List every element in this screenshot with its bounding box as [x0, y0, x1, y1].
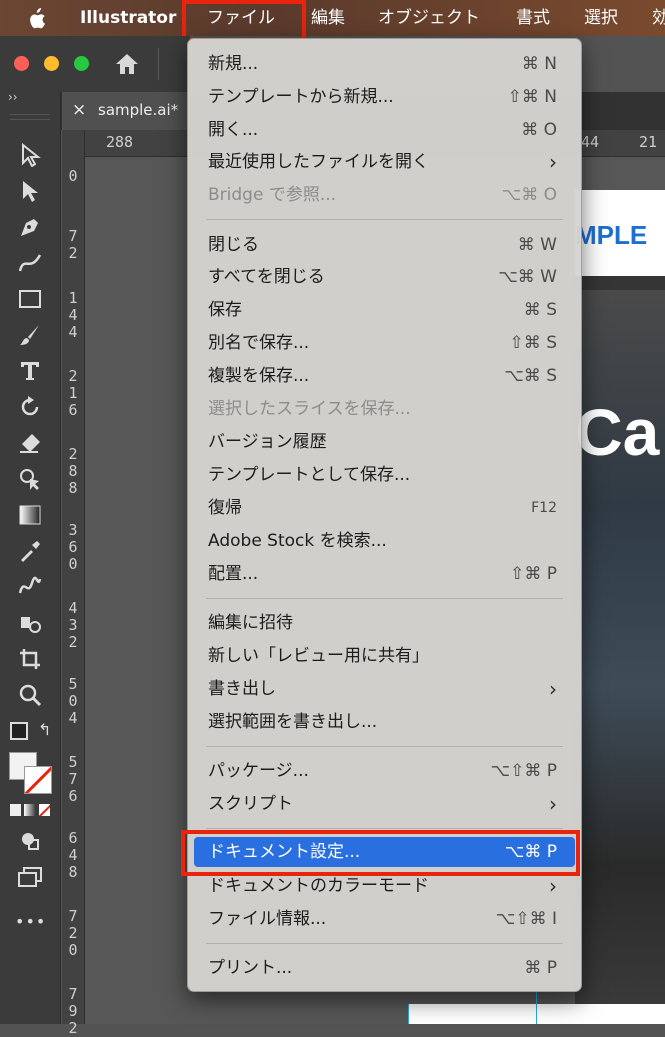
menu-item-package[interactable]: パッケージ... ⌥⇧⌘ P	[188, 756, 581, 786]
menu-item-search-adobe-stock[interactable]: Adobe Stock を検索...	[188, 526, 581, 556]
guide-line	[536, 990, 537, 1024]
menubar-edit[interactable]: 編集	[311, 0, 345, 36]
eyedropper-tool-icon[interactable]	[14, 536, 46, 566]
vertical-ruler[interactable]: 0 72 144 216 288 360 432 504 576 648 720…	[62, 130, 85, 1037]
menu-separator	[206, 943, 563, 944]
menu-item-save-copy[interactable]: 複製を保存... ⌥⌘ S	[188, 361, 581, 391]
menu-item-save-as[interactable]: 別名で保存... ⇧⌘ S	[188, 328, 581, 358]
v-ruler-tick: 360	[68, 521, 78, 573]
h-ruler-tick: 21	[639, 133, 658, 151]
menu-separator	[206, 746, 563, 747]
v-ruler-tick: 648	[68, 829, 78, 881]
menu-item-print[interactable]: プリント... ⌘ P	[188, 953, 581, 983]
menu-item-open[interactable]: 開く... ⌘ O	[188, 115, 581, 145]
menu-separator	[206, 598, 563, 599]
menu-separator	[206, 828, 563, 829]
menu-separator	[206, 219, 563, 220]
rectangle-tool-icon[interactable]	[14, 284, 46, 314]
v-ruler-tick: 504	[68, 675, 78, 727]
menu-item-invite-to-edit[interactable]: 編集に招待	[188, 608, 581, 638]
window-zoom-button[interactable]	[74, 56, 89, 71]
home-icon[interactable]	[114, 52, 140, 76]
selection-tool-icon[interactable]	[14, 140, 46, 170]
artwork-big-text: Ca	[575, 395, 660, 469]
chevron-right-icon: ›	[549, 150, 557, 174]
chevron-right-icon: ›	[549, 677, 557, 701]
v-ruler-tick: 432	[68, 599, 78, 651]
artboard-tool-icon[interactable]	[14, 644, 46, 674]
v-ruler-tick: 792	[68, 985, 78, 1037]
menu-item-export[interactable]: 書き出し ›	[188, 674, 581, 704]
menu-item-browse-in-bridge: Bridge で参照... ⌥⌘ O	[208, 185, 557, 205]
menubar-object[interactable]: オブジェクト	[378, 0, 480, 36]
menu-item-export-selection[interactable]: 選択範囲を書き出し...	[188, 707, 581, 737]
menu-item-new[interactable]: 新規... ⌘ N	[188, 49, 581, 79]
draw-mode-icon[interactable]	[14, 826, 46, 856]
panel-collapse-toggle[interactable]: ››	[8, 90, 18, 104]
menu-item-save-as-template[interactable]: テンプレートとして保存...	[188, 460, 581, 490]
window-close-button[interactable]	[14, 56, 29, 71]
shape-builder-tool-icon[interactable]	[14, 464, 46, 494]
paintbrush-tool-icon[interactable]	[14, 320, 46, 350]
menu-item-save-selected-slices: 選択したスライスを保存...	[208, 399, 411, 419]
menu-item-new-from-template[interactable]: テンプレートから新規... ⇧⌘ N	[188, 82, 581, 112]
blend-tool-icon[interactable]	[14, 572, 46, 602]
v-ruler-tick: 72	[68, 227, 78, 262]
h-ruler-tick: 288	[106, 133, 134, 151]
menu-item-share-for-review[interactable]: 新しい「レビュー用に共有」	[188, 641, 581, 671]
stroke-color-swatch[interactable]	[24, 766, 52, 794]
zoom-tool-icon[interactable]	[14, 680, 46, 710]
v-ruler-tick: 720	[68, 907, 78, 959]
v-ruler-tick: 288	[68, 445, 78, 497]
menubar-type[interactable]: 書式	[516, 0, 550, 36]
chevron-right-icon: ›	[549, 792, 557, 816]
panel-grip	[10, 114, 50, 120]
menu-item-close[interactable]: 閉じる ⌘ W	[188, 230, 581, 260]
menu-item-close-all[interactable]: すべてを閉じる ⌥⌘ W	[188, 262, 581, 292]
h-ruler-tick: 44	[581, 133, 600, 151]
file-menu-highlight-box	[182, 0, 306, 42]
swap-colors-icon[interactable]: ↰	[38, 720, 51, 739]
v-ruler-tick: 0	[68, 167, 78, 185]
artwork-header-band: MPLE	[575, 190, 665, 276]
screen-mode-icon[interactable]	[14, 862, 46, 892]
menu-item-place[interactable]: 配置... ⇧⌘ P	[188, 559, 581, 589]
artwork-heading-fragment: MPLE	[575, 220, 648, 250]
menu-item-version-history[interactable]: バージョン履歴	[188, 427, 581, 457]
tab-title: sample.ai*	[98, 101, 179, 119]
artboard-image[interactable]: Ca	[575, 190, 665, 1024]
menubar-select[interactable]: 選択	[584, 0, 618, 36]
v-ruler-tick: 216	[68, 367, 78, 419]
tab-close-icon[interactable]: ×	[72, 100, 86, 120]
menu-item-file-info[interactable]: ファイル情報... ⌥⇧⌘ I	[188, 904, 581, 934]
default-colors-icon[interactable]	[10, 722, 28, 740]
toolbar-divider	[158, 48, 159, 80]
color-mode-buttons[interactable]	[10, 804, 50, 816]
v-ruler-tick: 576	[68, 753, 78, 805]
menubar-effect[interactable]: 効	[652, 0, 665, 36]
pen-tool-icon[interactable]	[14, 212, 46, 242]
more-tools-button[interactable]: •••	[15, 912, 46, 931]
menu-item-revert[interactable]: 復帰 F12	[188, 493, 581, 523]
menu-bar: Illustrator ファイル 編集 オブジェクト 書式 選択 効	[0, 0, 665, 36]
curvature-tool-icon[interactable]	[14, 248, 46, 278]
menu-item-open-recent[interactable]: 最近使用したファイルを開く ›	[188, 147, 581, 177]
gradient-tool-icon[interactable]	[14, 500, 46, 530]
apple-logo-icon[interactable]	[26, 8, 46, 30]
menu-item-scripts[interactable]: スクリプト ›	[188, 789, 581, 819]
menu-item-save[interactable]: 保存 ⌘ S	[188, 295, 581, 325]
document-tab[interactable]: × sample.ai*	[62, 92, 190, 130]
type-tool-icon[interactable]	[14, 356, 46, 386]
direct-selection-tool-icon[interactable]	[14, 176, 46, 206]
menubar-app-name[interactable]: Illustrator	[80, 0, 176, 36]
rotate-tool-icon[interactable]	[14, 392, 46, 422]
symbol-sprayer-tool-icon[interactable]	[14, 608, 46, 638]
window-minimize-button[interactable]	[44, 56, 59, 71]
document-setup-highlight-box	[181, 830, 580, 876]
v-ruler-tick: 144	[68, 289, 78, 341]
eraser-tool-icon[interactable]	[14, 428, 46, 458]
